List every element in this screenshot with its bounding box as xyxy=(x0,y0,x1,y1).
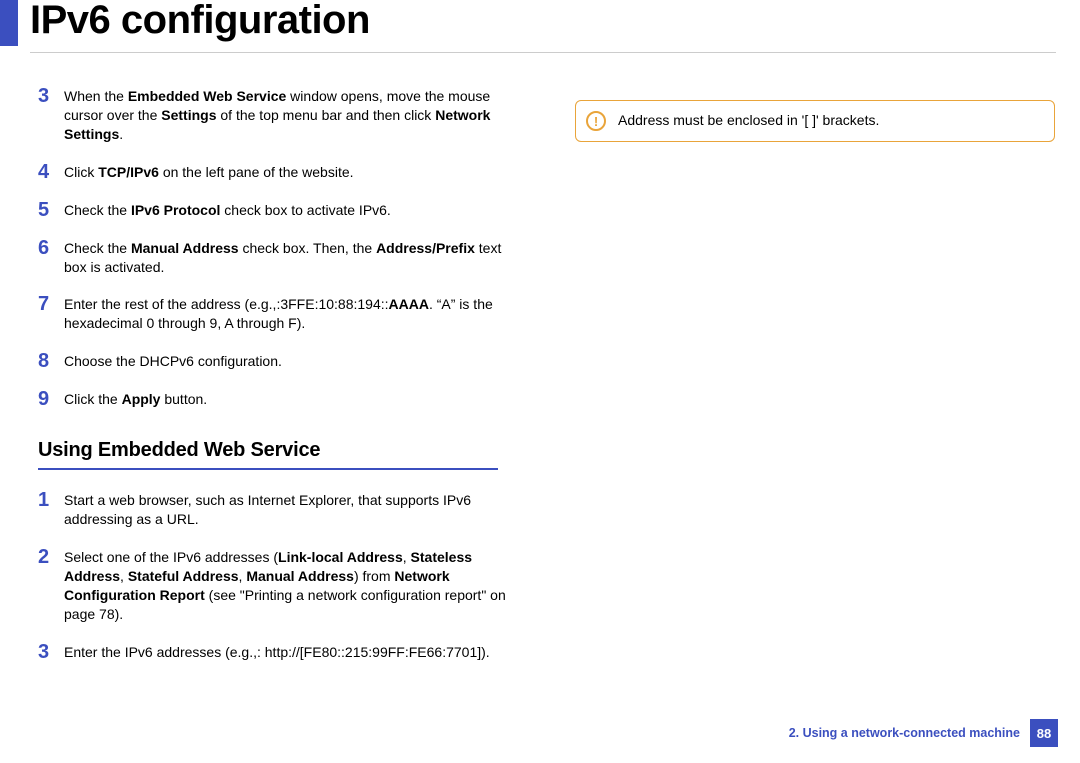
step-text: Enter the rest of the address (e.g.,:3FF… xyxy=(64,294,508,333)
step-text: Check the IPv6 Protocol check box to act… xyxy=(64,200,508,220)
step: 8Choose the DHCPv6 configuration. xyxy=(38,351,508,371)
step-text: Check the Manual Address check box. Then… xyxy=(64,238,508,277)
step: 6Check the Manual Address check box. The… xyxy=(38,238,508,277)
step: 2Select one of the IPv6 addresses (Link-… xyxy=(38,547,508,624)
step: 9Click the Apply button. xyxy=(38,389,508,409)
page-title: IPv6 configuration xyxy=(30,0,370,43)
step-text: Enter the IPv6 addresses (e.g.,: http://… xyxy=(64,642,508,662)
section-heading: Using Embedded Web Service xyxy=(38,437,508,464)
step-number: 7 xyxy=(38,294,64,333)
step: 4Click TCP/IPv6 on the left pane of the … xyxy=(38,162,508,182)
step: 5Check the IPv6 Protocol check box to ac… xyxy=(38,200,508,220)
step-text: Start a web browser, such as Internet Ex… xyxy=(64,490,508,529)
step-number: 4 xyxy=(38,162,64,182)
left-column: 3When the Embedded Web Service window op… xyxy=(38,86,508,680)
footer-chapter: 2. Using a network-connected machine xyxy=(789,726,1020,740)
step-number: 8 xyxy=(38,351,64,371)
step-number: 1 xyxy=(38,490,64,529)
right-column: ! Address must be enclosed in '[ ]' brac… xyxy=(575,100,1045,142)
step: 3Enter the IPv6 addresses (e.g.,: http:/… xyxy=(38,642,508,662)
warning-icon-glyph: ! xyxy=(594,115,598,128)
title-underline xyxy=(30,52,1056,53)
step-number: 9 xyxy=(38,389,64,409)
section-underline xyxy=(38,468,498,470)
step-number: 6 xyxy=(38,238,64,277)
warning-icon: ! xyxy=(586,111,606,131)
step-text: When the Embedded Web Service window ope… xyxy=(64,86,508,144)
page-number: 88 xyxy=(1030,719,1058,747)
step-text: Choose the DHCPv6 configuration. xyxy=(64,351,508,371)
step-number: 2 xyxy=(38,547,64,624)
step-text: Click the Apply button. xyxy=(64,389,508,409)
warning-text: Address must be enclosed in '[ ]' bracke… xyxy=(618,111,879,130)
step: 7Enter the rest of the address (e.g.,:3F… xyxy=(38,294,508,333)
step-text: Select one of the IPv6 addresses (Link-l… xyxy=(64,547,508,624)
page-footer: 2. Using a network-connected machine 88 xyxy=(789,719,1058,747)
step-number: 3 xyxy=(38,86,64,144)
step-number: 5 xyxy=(38,200,64,220)
step: 1Start a web browser, such as Internet E… xyxy=(38,490,508,529)
step-number: 3 xyxy=(38,642,64,662)
warning-callout: ! Address must be enclosed in '[ ]' brac… xyxy=(575,100,1055,142)
header-accent-bar xyxy=(0,0,18,46)
step: 3When the Embedded Web Service window op… xyxy=(38,86,508,144)
step-text: Click TCP/IPv6 on the left pane of the w… xyxy=(64,162,508,182)
